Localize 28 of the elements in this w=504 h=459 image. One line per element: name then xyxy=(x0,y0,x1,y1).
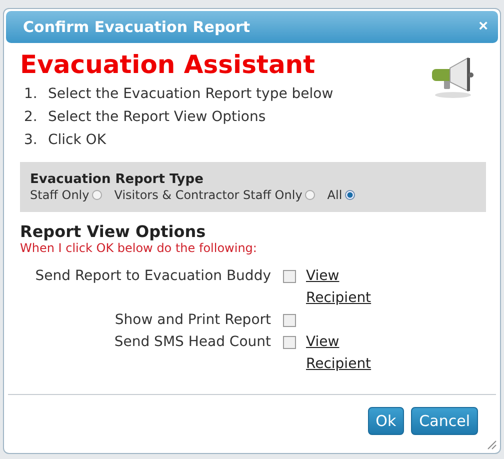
step-number: 3. xyxy=(24,131,38,150)
step-text: Select the Report View Options xyxy=(48,109,266,125)
checkbox[interactable] xyxy=(283,314,296,327)
view-recipient-link[interactable]: View Recipient xyxy=(306,265,386,309)
radio-button[interactable] xyxy=(305,190,316,200)
dialog-heading: Evacuation Assistant xyxy=(20,49,316,81)
ok-button[interactable]: Ok xyxy=(368,407,404,435)
radio-button[interactable] xyxy=(345,190,356,200)
step-text: Select the Evacuation Report type below xyxy=(48,86,334,102)
resize-grip-icon[interactable] xyxy=(485,438,497,450)
view-recipient-link[interactable]: View Recipient xyxy=(306,331,386,375)
panel-title: Evacuation Report Type xyxy=(30,172,204,187)
radio-button[interactable] xyxy=(92,190,102,200)
window-title: Confirm Evacuation Report xyxy=(23,18,250,36)
checkbox[interactable] xyxy=(283,270,296,283)
section-subtitle: When I click OK below do the following: xyxy=(20,241,258,255)
section-title: Report View Options xyxy=(20,222,207,241)
option-label: Send Report to Evacuation Buddy xyxy=(34,267,271,286)
option-label: Send SMS Head Count xyxy=(113,333,271,352)
step-number: 2. xyxy=(24,108,38,127)
radio-option[interactable]: Staff Only xyxy=(30,188,102,202)
option-label: Show and Print Report xyxy=(114,311,271,330)
radio-option[interactable]: All xyxy=(327,188,356,202)
step-number: 1. xyxy=(24,85,38,104)
cancel-button[interactable]: Cancel xyxy=(411,407,478,435)
step-text: Click OK xyxy=(48,132,106,148)
checkbox[interactable] xyxy=(283,336,296,349)
radio-option[interactable]: Visitors & Contractor Staff Only xyxy=(114,188,316,202)
